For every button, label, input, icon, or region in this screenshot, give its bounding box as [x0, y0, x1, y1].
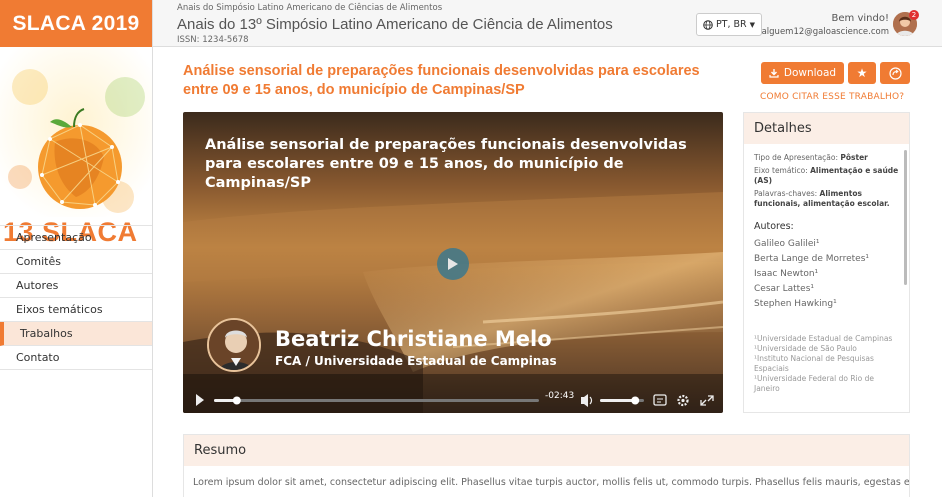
details-heading: Detalhes [744, 113, 909, 144]
sidebar-item-autores[interactable]: Autores [0, 274, 152, 298]
thematic-axis: Eixo temático: Alimentação e saúde (AS) [754, 166, 902, 186]
play-button[interactable] [437, 248, 469, 280]
favorite-button[interactable]: ★ [848, 62, 876, 84]
affiliation-item: ¹Universidade Estadual de Campinas [754, 334, 893, 343]
download-label: Download [783, 67, 837, 79]
page-title: Anais do 13º Simpósio Latino Americano d… [177, 16, 613, 33]
volume-knob[interactable] [631, 396, 640, 405]
authors-label: Autores: [754, 221, 794, 232]
presentation-type-value: Pôster [840, 153, 868, 162]
fullscreen-icon[interactable] [700, 395, 714, 406]
author-item[interactable]: Isaac Newton¹ [754, 267, 902, 282]
affiliations: ¹Universidade Estadual de Campinas ¹Univ… [754, 334, 902, 394]
play-icon [448, 258, 458, 270]
video-controls [196, 394, 714, 407]
presentation-type: Tipo de Apresentação: Pôster [754, 153, 902, 163]
sidebar: SLACA 2019 13 SLACA Apresentação Comitês… [0, 0, 153, 497]
brand-title[interactable]: SLACA 2019 [0, 0, 152, 47]
play-icon[interactable] [196, 394, 204, 406]
download-button[interactable]: Download [761, 62, 844, 84]
caret-down-icon: ▼ [749, 20, 756, 29]
sidebar-item-contato[interactable]: Contato [0, 346, 152, 370]
event-logo[interactable]: 13 SLACA [0, 47, 152, 253]
author-item[interactable]: Cesar Lattes¹ [754, 282, 902, 297]
welcome-text: Bem vindo! [831, 13, 889, 24]
details-scrollbar[interactable] [904, 150, 907, 285]
affiliation-item: ¹Universidade de São Paulo [754, 344, 857, 353]
share-button[interactable] [880, 62, 910, 84]
keywords-label: Palavras-chaves: [754, 189, 818, 198]
details-body: Tipo de Apresentação: Pôster Eixo temáti… [754, 153, 902, 394]
progress-track[interactable] [214, 399, 539, 402]
video-player[interactable]: Análise sensorial de preparações funcion… [183, 112, 723, 413]
user-email: alguem12@galoascience.com [761, 27, 889, 37]
download-icon [769, 69, 779, 78]
sidebar-nav: Apresentação Comitês Autores Eixos temát… [0, 225, 152, 370]
volume-icon[interactable] [581, 394, 593, 407]
author-item[interactable]: Galileo Galilei¹ [754, 237, 902, 252]
time-remaining: -02:43 [545, 391, 575, 401]
speaker-name: Beatriz Christiane Melo [275, 327, 552, 351]
video-title: Análise sensorial de preparações funcion… [205, 137, 687, 191]
globe-icon [703, 19, 713, 30]
sidebar-item-apresentacao[interactable]: Apresentação [0, 226, 152, 250]
issn-label: ISSN: 1234-5678 [177, 35, 249, 45]
orange-globe-logo [0, 47, 152, 217]
sidebar-item-eixos-tematicos[interactable]: Eixos temáticos [0, 298, 152, 322]
thematic-axis-label: Eixo temático: [754, 166, 808, 175]
star-icon: ★ [856, 66, 868, 80]
author-item[interactable]: Stephen Hawking¹ [754, 297, 902, 312]
header-subtitle: Anais do Simpósio Latino Americano de Ci… [177, 3, 443, 13]
captions-icon[interactable] [653, 394, 667, 406]
share-icon [888, 66, 902, 80]
abstract-text: Lorem ipsum dolor sit amet, consectetur … [193, 477, 909, 488]
affiliation-item: ¹Universidade Federal do Rio de Janeiro [754, 374, 874, 393]
abstract-heading: Resumo [184, 435, 909, 466]
volume-fill [600, 399, 636, 402]
notification-badge: 2 [909, 10, 919, 20]
language-label: PT, BR [715, 19, 747, 30]
cite-link[interactable]: COMO CITAR ESSE TRABALHO? [760, 92, 904, 102]
abstract-panel: Resumo Lorem ipsum dolor sit amet, conse… [183, 434, 910, 497]
sidebar-item-comites[interactable]: Comitês [0, 250, 152, 274]
presentation-type-label: Tipo de Apresentação: [754, 153, 838, 162]
paper-title: Análise sensorial de preparações funcion… [183, 63, 700, 98]
sidebar-item-trabalhos[interactable]: Trabalhos [0, 322, 152, 346]
details-panel: Detalhes Tipo de Apresentação: Pôster Ei… [743, 112, 910, 413]
speaker-institution: FCA / Universidade Estadual de Campinas [275, 354, 557, 368]
keywords: Palavras-chaves: Alimentos funcionais, a… [754, 189, 902, 209]
progress-knob[interactable] [232, 396, 241, 405]
speaker-photo [207, 318, 261, 372]
affiliation-item: ¹Instituto Nacional de Pesquisas Espacia… [754, 354, 874, 373]
author-item[interactable]: Berta Lange de Morretes¹ [754, 252, 902, 267]
top-header: Anais do Simpósio Latino Americano de Ci… [153, 0, 942, 47]
settings-icon[interactable] [677, 394, 689, 407]
language-selector[interactable]: PT, BR ▼ [696, 13, 762, 36]
